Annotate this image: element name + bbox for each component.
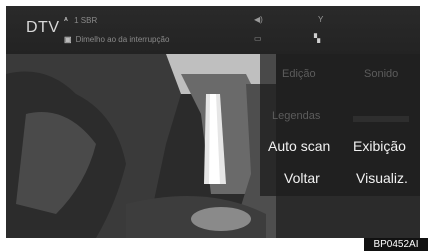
app-title: DTV: [26, 19, 60, 36]
voltar-button[interactable]: Voltar: [284, 170, 320, 186]
channel-name: ᴬ 1 SBR: [64, 16, 97, 25]
antenna-icon: ᴬ: [64, 16, 68, 25]
visualiz-button[interactable]: Visualiz.: [356, 170, 408, 186]
screen-icon: ▭: [254, 34, 262, 43]
auto-scan-button[interactable]: Auto scan: [268, 138, 330, 154]
tv-screen: DTV ᴬ 1 SBR ▣ Dimelho ao da interrupção ◀…: [6, 6, 420, 238]
info-icon: ▣: [64, 35, 72, 44]
top-bar: DTV ᴬ 1 SBR ▣ Dimelho ao da interrupção ◀…: [6, 6, 420, 54]
channel-name-text: 1 SBR: [71, 16, 98, 25]
program-title-text: Dimelho ao da interrupção: [75, 35, 170, 44]
signal-icon: Y: [318, 15, 324, 24]
menu-edicao: Edição: [282, 68, 316, 80]
settings-icon: ▚: [314, 34, 321, 43]
menu-legendas: Legendas: [272, 110, 321, 122]
exibicao-button[interactable]: Exibição: [353, 138, 406, 154]
options-menu: Edição Sonido Legendas Auto scan Exibiçã…: [260, 54, 420, 196]
menu-sonido: Sonido: [364, 68, 399, 80]
legendas-value-bar: [353, 116, 409, 122]
figure-caption: BP0452AI: [364, 238, 428, 251]
speaker-icon: ◀): [254, 15, 263, 24]
program-title: ▣ Dimelho ao da interrupção: [64, 35, 169, 44]
